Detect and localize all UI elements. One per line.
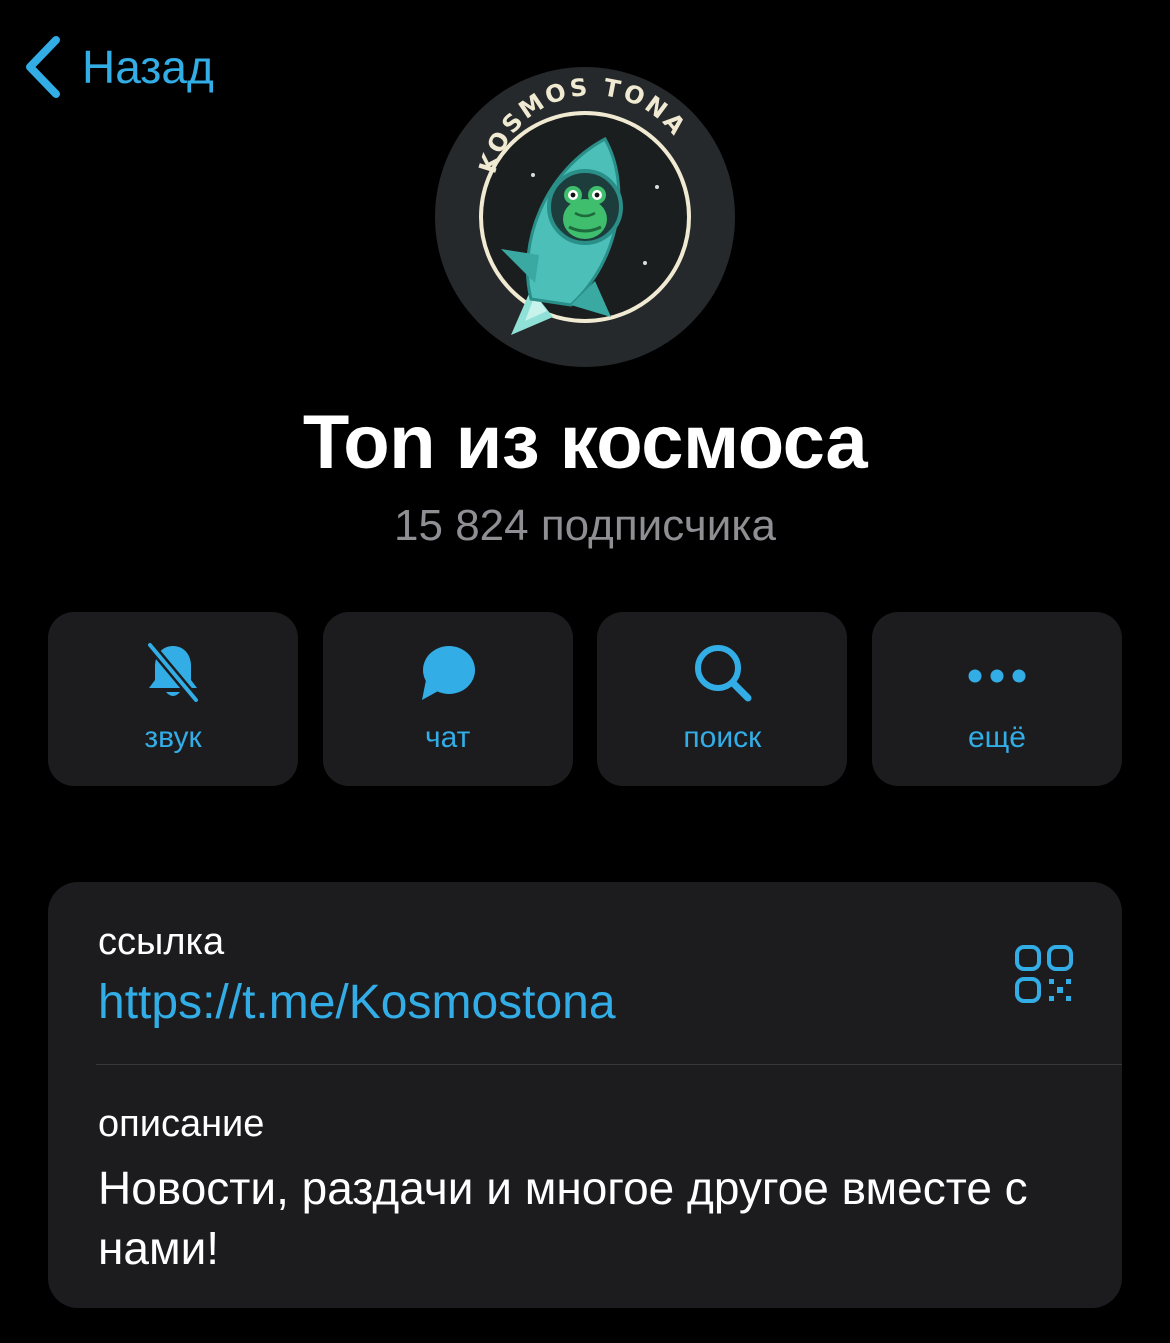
chat-label: чат [424, 721, 471, 754]
back-label: Назад [82, 41, 214, 93]
more-dots-icon [968, 669, 1026, 683]
link-label: ссылка [98, 921, 225, 963]
chevron-left-icon [26, 36, 60, 98]
info-card: ссылка https://t.me/Kosmostona описание … [48, 882, 1122, 1308]
search-label: поиск [683, 721, 762, 754]
channel-avatar[interactable]: KOSMOS TONA [435, 67, 735, 367]
chat-bubble-icon [421, 646, 475, 700]
qr-code-icon[interactable] [1014, 944, 1074, 1004]
subscriber-count: 15 824 подписчика [394, 501, 776, 550]
sound-label: звук [144, 721, 202, 754]
more-button[interactable]: ещё [871, 612, 1122, 786]
more-label: ещё [967, 721, 1026, 754]
search-button[interactable]: поиск [597, 612, 848, 786]
info-divider [96, 1064, 1122, 1065]
action-bar: звук чат поиск ещё [48, 612, 1122, 786]
chat-button[interactable]: чат [322, 612, 573, 786]
back-button[interactable]: Назад [22, 34, 214, 100]
channel-description: Новости, раздачи и многое другое вместе … [98, 1162, 1028, 1274]
description-label: описание [98, 1103, 265, 1145]
search-icon [695, 645, 752, 702]
sound-button[interactable]: звук [48, 612, 298, 786]
channel-link[interactable]: https://t.me/Kosmostona [98, 972, 616, 1034]
channel-title: Ton из космоса [302, 400, 868, 485]
bell-slash-icon [145, 640, 201, 704]
